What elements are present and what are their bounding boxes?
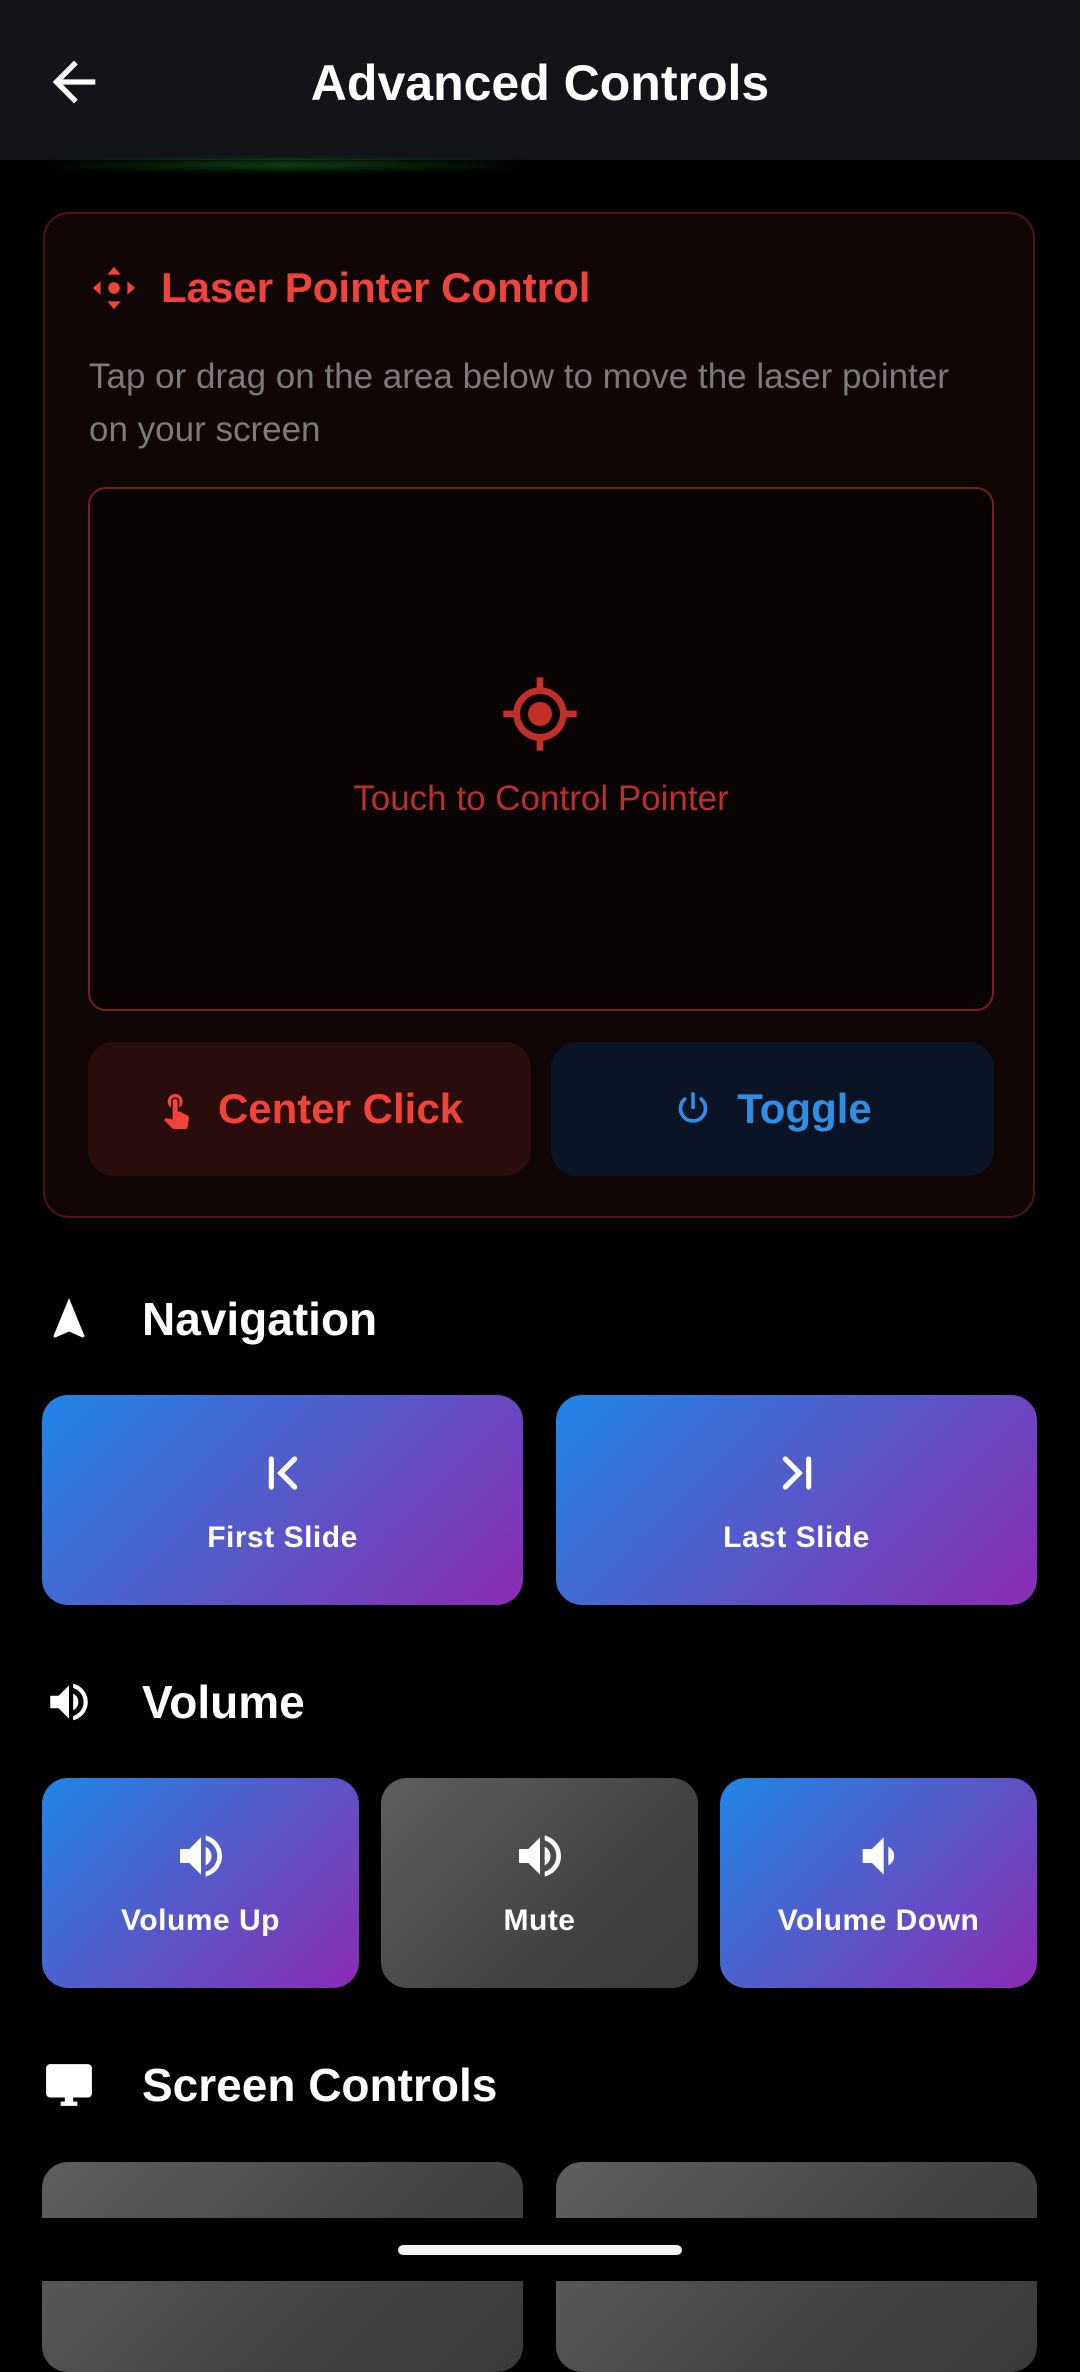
pointer-touchpad[interactable]: Touch to Control Pointer [88, 487, 994, 1011]
scroll-glow [40, 160, 530, 170]
touch-app-icon [163, 1094, 189, 1129]
volume-icon [518, 1835, 561, 1877]
first-slide-button[interactable]: First Slide [42, 1395, 523, 1605]
home-indicator[interactable] [398, 2245, 682, 2255]
navigation-heading-label: Navigation [142, 1293, 378, 1345]
mute-button[interactable]: Mute [381, 1778, 698, 1988]
first-slide-icon [268, 1456, 297, 1490]
center-click-button[interactable]: Center Click [88, 1042, 531, 1176]
screen-controls-heading-label: Screen Controls [142, 2059, 498, 2111]
toggle-button[interactable]: Toggle [551, 1042, 994, 1176]
laser-description: Tap or drag on the area below to move th… [89, 357, 949, 449]
screen-controls-heading: Screen Controls [44, 2058, 497, 2112]
laser-title: Laser Pointer Control [161, 264, 591, 311]
power-icon [678, 1092, 708, 1123]
last-slide-label: Last Slide [723, 1521, 870, 1554]
first-slide-label: First Slide [207, 1521, 358, 1554]
last-slide-button[interactable]: Last Slide [556, 1395, 1037, 1605]
page-title: Advanced Controls [310, 55, 770, 111]
laser-header: Laser Pointer Control [91, 264, 590, 312]
volume-up-button[interactable]: Volume Up [42, 1778, 359, 1988]
last-slide-icon [782, 1456, 811, 1490]
monitor-icon [46, 2064, 92, 2106]
volume-down-label: Volume Down [777, 1904, 980, 1937]
app-bar: Advanced Controls [0, 0, 1080, 160]
touchpad-label: Touch to Control Pointer [353, 779, 729, 818]
volume-up-label: Volume Up [121, 1904, 280, 1937]
volume-up-icon [179, 1835, 222, 1877]
crosshair-icon [503, 677, 577, 751]
navigation-icon [53, 1298, 85, 1338]
toggle-label: Toggle [737, 1085, 872, 1132]
navigation-heading: Navigation [44, 1292, 377, 1346]
mute-label: Mute [503, 1904, 576, 1937]
volume-heading-label: Volume [142, 1676, 305, 1728]
volume-down-button[interactable]: Volume Down [720, 1778, 1037, 1988]
laser-pointer-card: Laser Pointer Control Tap or drag on the… [43, 212, 1035, 1218]
volume-down-icon [862, 1837, 894, 1875]
center-click-label: Center Click [217, 1085, 464, 1132]
volume-icon [50, 1683, 88, 1721]
volume-heading: Volume [44, 1675, 305, 1729]
move-icon [92, 266, 136, 310]
